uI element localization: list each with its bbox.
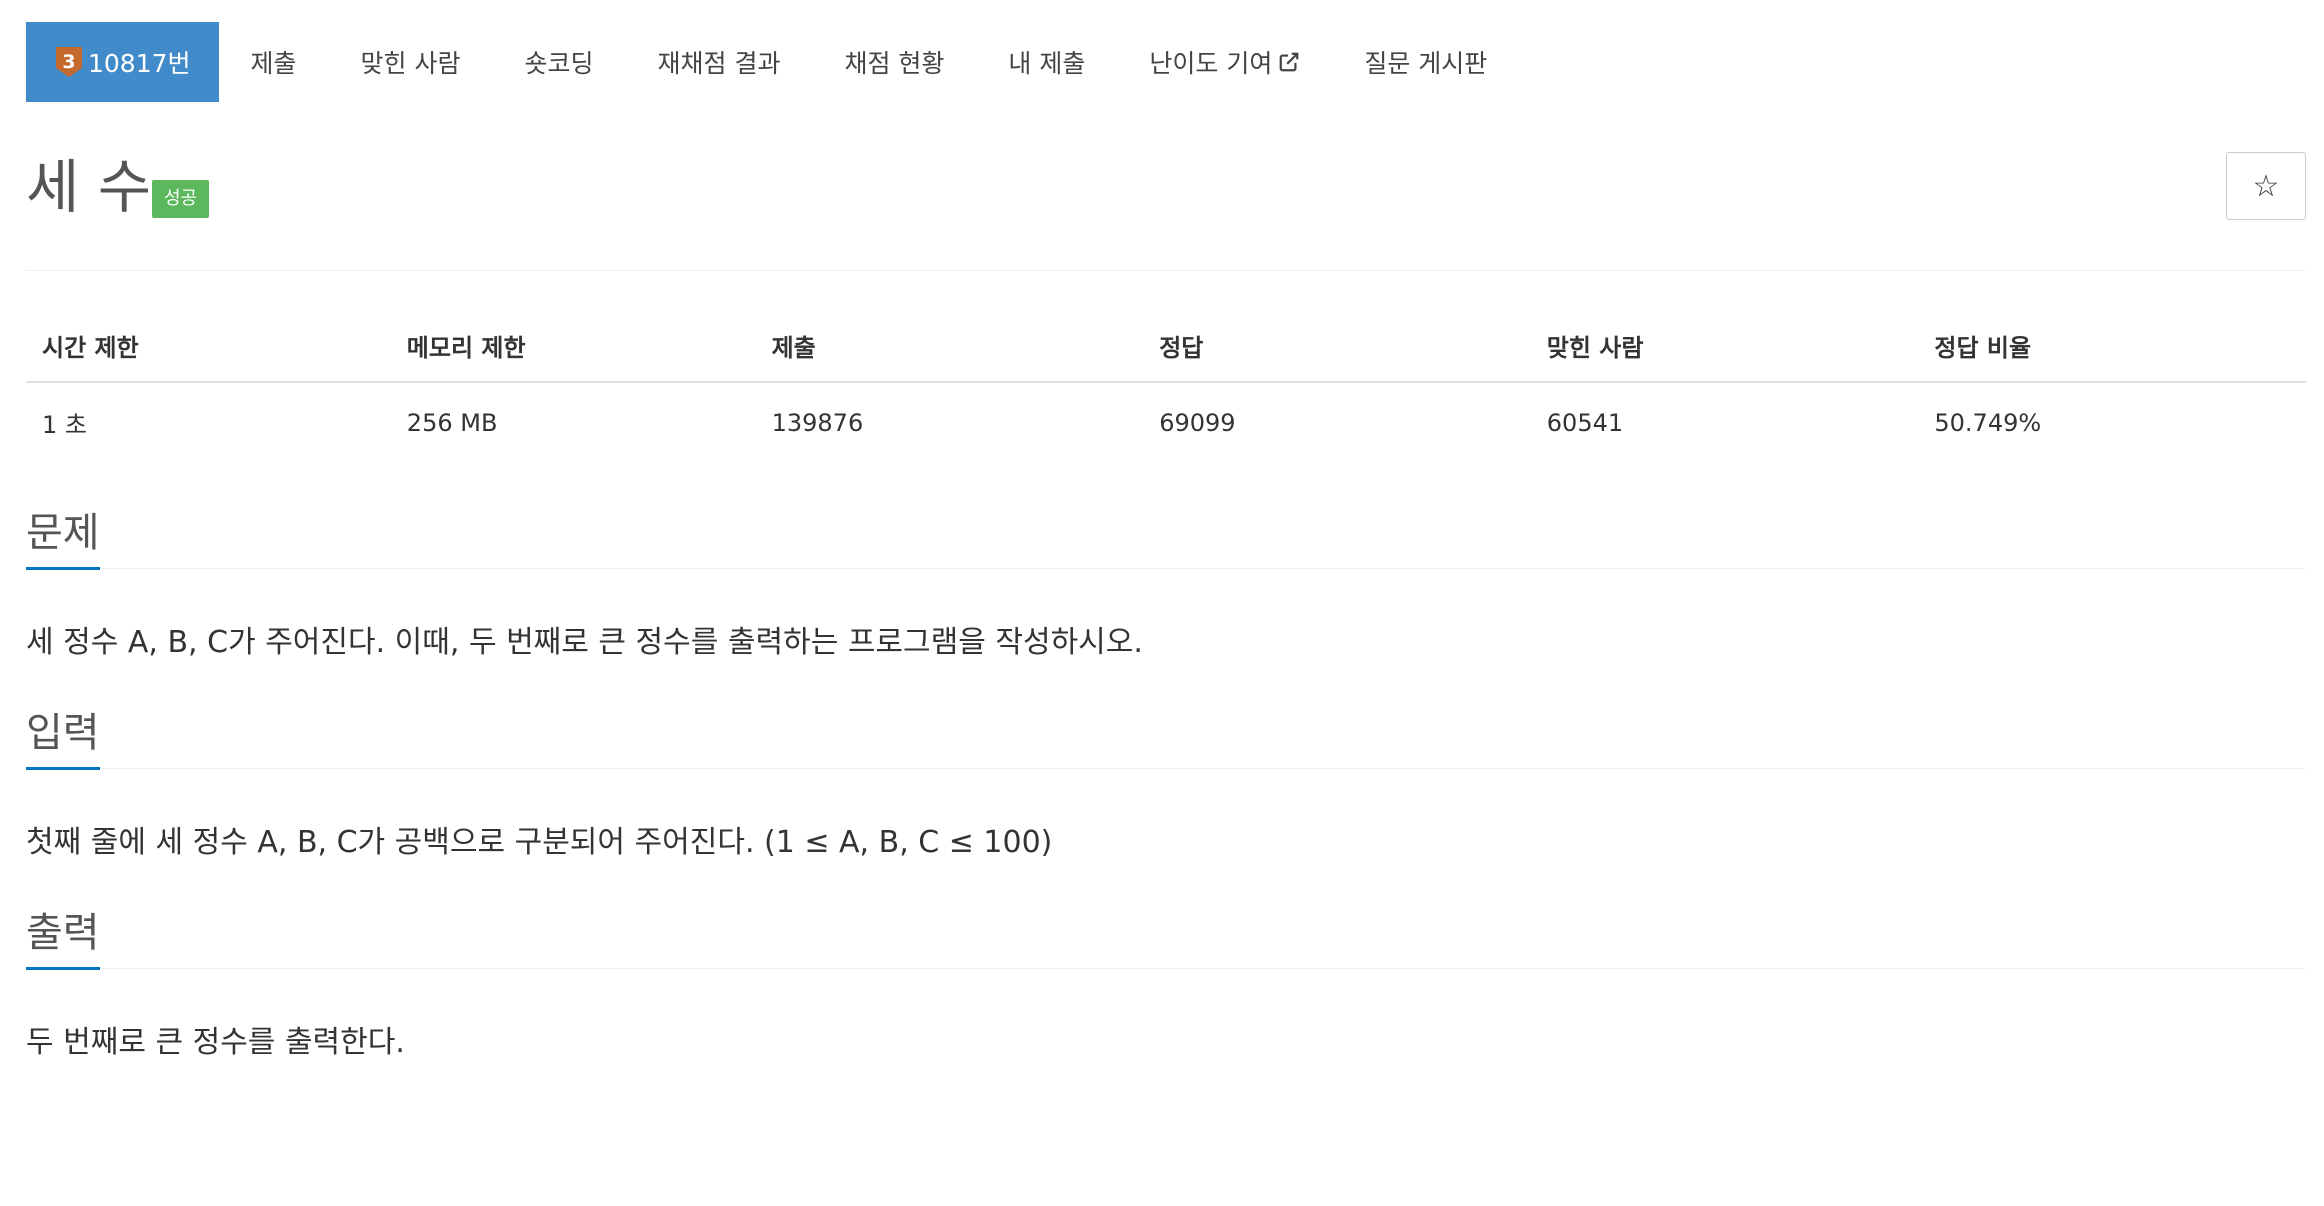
star-icon: ☆	[2252, 168, 2280, 204]
external-link-icon	[1279, 52, 1299, 72]
header-memory-limit: 메모리 제한	[390, 309, 756, 383]
solved-users-value: 60541	[1546, 408, 1624, 437]
favorite-star-button[interactable]: ☆	[2226, 152, 2306, 220]
problem-number: 10817번	[88, 49, 191, 78]
bronze-tier-icon: 3	[56, 47, 82, 77]
section-problem: 문제 세 정수 A, B, C가 주어진다. 이때, 두 번째로 큰 정수를 출…	[26, 498, 2306, 662]
section-output: 출력 두 번째로 큰 정수를 출력한다.	[26, 898, 2306, 1062]
section-head: 출력	[26, 898, 2306, 970]
accept-ratio-value: 50.749%	[1934, 408, 2042, 437]
input-description: 첫째 줄에 세 정수 A, B, C가 공백으로 구분되어 주어진다. (1 ≤…	[26, 825, 1053, 860]
table-row: 1 초 256 MB 139876 69099 60541 50.749%	[26, 382, 2306, 462]
tab-question-board[interactable]: 질문 게시판	[1332, 22, 1519, 102]
tab-submit[interactable]: 제출	[219, 22, 329, 102]
tab-difficulty-contribution[interactable]: 난이도 기여	[1117, 22, 1332, 102]
tab-solved-users[interactable]: 맞힌 사람	[329, 22, 493, 102]
table-header-row: 시간 제한 메모리 제한 제출 정답 맞힌 사람 정답 비율	[26, 309, 2306, 383]
header-submissions: 제출	[755, 309, 1144, 383]
section-head: 문제	[26, 498, 2306, 570]
title-row: 세 수 성공 ☆	[26, 152, 2306, 271]
header-solved-users: 맞힌 사람	[1530, 309, 1919, 383]
time-limit-value: 1 초	[42, 411, 87, 439]
section-title-output: 출력	[26, 913, 100, 970]
tab-judge-status[interactable]: 채점 현황	[812, 22, 976, 102]
output-description: 두 번째로 큰 정수를 출력한다.	[26, 1025, 405, 1060]
tab-rejudge-results[interactable]: 재채점 결과	[626, 22, 813, 102]
tab-problem[interactable]: 3 10817번	[26, 22, 219, 102]
problem-description: 세 정수 A, B, C가 주어진다. 이때, 두 번째로 큰 정수를 출력하는…	[26, 625, 1143, 660]
problem-page: 3 10817번 제출 맞힌 사람 숏코딩 재채점 결과 채점 현황 내 제출 …	[26, 22, 2306, 1062]
header-time-limit: 시간 제한	[26, 309, 391, 383]
problem-info-table: 시간 제한 메모리 제한 제출 정답 맞힌 사람 정답 비율 1 초 256 M…	[26, 309, 2306, 462]
tab-my-submissions[interactable]: 내 제출	[976, 22, 1117, 102]
tab-short-coding[interactable]: 숏코딩	[493, 22, 626, 102]
section-input: 입력 첫째 줄에 세 정수 A, B, C가 공백으로 구분되어 주어진다. (…	[26, 698, 2306, 862]
section-title-input: 입력	[26, 713, 100, 770]
submissions-value: 139876	[771, 408, 864, 437]
section-head: 입력	[26, 698, 2306, 770]
status-badge: 성공	[152, 180, 210, 218]
accepted-value: 69099	[1159, 408, 1236, 437]
header-accept-ratio: 정답 비율	[1918, 309, 2306, 383]
problem-nav: 3 10817번 제출 맞힌 사람 숏코딩 재채점 결과 채점 현황 내 제출 …	[26, 22, 2306, 102]
problem-title: 세 수	[26, 153, 152, 221]
section-title-problem: 문제	[26, 513, 100, 570]
header-accepted: 정답	[1143, 309, 1531, 383]
tab-difficulty-label: 난이도 기여	[1149, 49, 1273, 78]
memory-limit-value: 256 MB	[406, 408, 498, 437]
